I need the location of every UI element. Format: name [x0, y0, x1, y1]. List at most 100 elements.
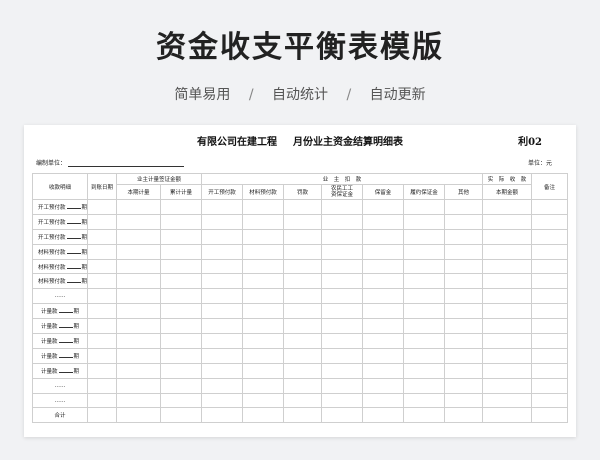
table-cell[interactable]: [283, 199, 323, 215]
table-cell[interactable]: [444, 347, 484, 364]
table-cell[interactable]: [482, 347, 533, 364]
table-cell[interactable]: [482, 288, 533, 305]
row-label[interactable]: 开工预付款 期: [32, 199, 88, 215]
table-cell[interactable]: [242, 333, 285, 349]
table-cell[interactable]: [201, 362, 244, 379]
table-cell[interactable]: [482, 199, 533, 215]
table-cell[interactable]: [403, 273, 446, 290]
table-cell[interactable]: [159, 347, 203, 364]
row-label[interactable]: ……: [32, 392, 88, 409]
table-cell[interactable]: [531, 303, 569, 320]
table-cell[interactable]: [482, 318, 533, 335]
table-cell[interactable]: [444, 213, 484, 230]
table-cell[interactable]: [87, 362, 117, 379]
table-cell[interactable]: [87, 377, 117, 394]
table-cell[interactable]: [482, 333, 533, 349]
table-cell[interactable]: [321, 303, 364, 320]
table-cell[interactable]: [444, 199, 484, 215]
table-cell[interactable]: [242, 228, 285, 245]
table-cell[interactable]: [87, 213, 117, 230]
table-cell[interactable]: [321, 258, 364, 275]
table-cell[interactable]: [201, 288, 244, 305]
table-cell[interactable]: [444, 318, 484, 335]
table-cell[interactable]: [283, 288, 323, 305]
table-cell[interactable]: [116, 213, 161, 230]
table-cell[interactable]: [242, 303, 285, 320]
table-cell[interactable]: [201, 377, 244, 394]
table-cell[interactable]: [283, 407, 323, 424]
row-label[interactable]: 材料预付款 期: [32, 273, 88, 290]
table-cell[interactable]: [482, 407, 533, 424]
table-cell[interactable]: [159, 288, 203, 305]
row-label[interactable]: 计量款 期: [32, 362, 88, 379]
table-cell[interactable]: [362, 318, 405, 335]
table-cell[interactable]: [116, 199, 161, 215]
table-cell[interactable]: [321, 377, 364, 394]
table-cell[interactable]: [159, 333, 203, 349]
table-cell[interactable]: [362, 333, 405, 349]
table-cell[interactable]: [283, 318, 323, 335]
table-cell[interactable]: [87, 303, 117, 320]
table-cell[interactable]: [116, 273, 161, 290]
table-cell[interactable]: [87, 318, 117, 335]
table-cell[interactable]: [159, 362, 203, 379]
row-label[interactable]: 计量款 期: [32, 318, 88, 335]
table-cell[interactable]: [201, 213, 244, 230]
row-label[interactable]: 材料预付款 期: [32, 243, 88, 260]
table-cell[interactable]: [87, 347, 117, 364]
table-cell[interactable]: [531, 243, 569, 260]
table-cell[interactable]: [159, 392, 203, 409]
table-cell[interactable]: [321, 347, 364, 364]
row-label[interactable]: 开工预付款 期: [32, 228, 88, 245]
table-cell[interactable]: [321, 273, 364, 290]
table-cell[interactable]: [444, 362, 484, 379]
table-cell[interactable]: [321, 288, 364, 305]
table-cell[interactable]: [531, 273, 569, 290]
table-cell[interactable]: [201, 243, 244, 260]
table-cell[interactable]: [242, 199, 285, 215]
table-cell[interactable]: [531, 228, 569, 245]
table-cell[interactable]: [116, 407, 161, 424]
table-cell[interactable]: [87, 243, 117, 260]
table-cell[interactable]: [403, 318, 446, 335]
table-cell[interactable]: [116, 288, 161, 305]
table-cell[interactable]: [444, 303, 484, 320]
table-cell[interactable]: [531, 199, 569, 215]
table-cell[interactable]: [321, 333, 364, 349]
table-cell[interactable]: [242, 258, 285, 275]
table-cell[interactable]: [482, 303, 533, 320]
table-cell[interactable]: [531, 213, 569, 230]
row-label[interactable]: 计量款 期: [32, 347, 88, 364]
row-label[interactable]: 开工预付款 期: [32, 213, 88, 230]
table-cell[interactable]: [403, 199, 446, 215]
table-cell[interactable]: [403, 228, 446, 245]
table-cell[interactable]: [201, 258, 244, 275]
table-cell[interactable]: [87, 407, 117, 424]
table-cell[interactable]: [242, 392, 285, 409]
table-cell[interactable]: [201, 199, 244, 215]
table-cell[interactable]: [444, 377, 484, 394]
row-label[interactable]: 材料预付款 期: [32, 258, 88, 275]
table-cell[interactable]: [531, 333, 569, 349]
table-cell[interactable]: [87, 333, 117, 349]
table-cell[interactable]: [201, 228, 244, 245]
table-cell[interactable]: [159, 377, 203, 394]
table-cell[interactable]: [362, 213, 405, 230]
table-cell[interactable]: [531, 347, 569, 364]
table-cell[interactable]: [159, 273, 203, 290]
table-cell[interactable]: [87, 258, 117, 275]
table-cell[interactable]: [321, 243, 364, 260]
table-cell[interactable]: [116, 303, 161, 320]
table-cell[interactable]: [116, 392, 161, 409]
table-cell[interactable]: [159, 258, 203, 275]
table-cell[interactable]: [116, 347, 161, 364]
table-cell[interactable]: [242, 362, 285, 379]
table-cell[interactable]: [159, 213, 203, 230]
table-cell[interactable]: [116, 318, 161, 335]
table-cell[interactable]: [482, 213, 533, 230]
table-cell[interactable]: [159, 318, 203, 335]
table-cell[interactable]: [159, 228, 203, 245]
table-cell[interactable]: [482, 273, 533, 290]
table-cell[interactable]: [283, 303, 323, 320]
table-cell[interactable]: [403, 213, 446, 230]
